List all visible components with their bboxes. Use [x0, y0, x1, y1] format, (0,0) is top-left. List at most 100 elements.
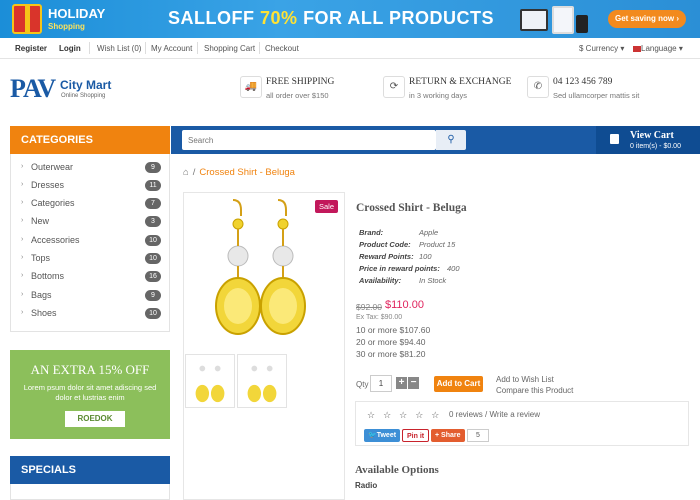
home-icon[interactable]: ⌂: [183, 167, 189, 178]
checkout-link[interactable]: Checkout: [265, 44, 299, 53]
divider: [259, 42, 260, 54]
chevron-down-icon: ▾: [620, 44, 625, 53]
top-nav: Register Login Wish List (0) My Account …: [0, 38, 700, 59]
product-title: Crossed Shirt - Beluga: [356, 202, 467, 214]
feature-desc: all order over $150: [266, 91, 329, 100]
category-item[interactable]: › Bags 9: [21, 288, 161, 306]
view-cart-title: View Cart: [630, 130, 674, 141]
search-button[interactable]: ⚲: [436, 130, 466, 150]
register-link[interactable]: Register: [15, 44, 47, 53]
attribute-value: Apple: [419, 228, 439, 237]
caret-right-icon: ›: [21, 291, 24, 298]
search-bar: ⚲ View Cart 0 item(s) - $0.00: [171, 126, 700, 154]
category-item[interactable]: › Bottoms 16: [21, 269, 161, 287]
category-label: New: [31, 216, 50, 226]
tweet-button[interactable]: 🐦Tweet: [364, 429, 401, 442]
product-attribute: Brand: Apple: [359, 228, 438, 237]
product-attribute: Availability: In Stock: [359, 276, 446, 285]
categories-list: › Outerwear 9 › Dresses 11 › Categories 7 › New…: [10, 154, 170, 332]
thumbnail-image: [247, 365, 277, 403]
get-saving-button[interactable]: Get saving now ›: [608, 10, 686, 28]
view-cart-button[interactable]: View Cart 0 item(s) - $0.00: [596, 126, 700, 154]
qty-decrease-button[interactable]: −: [408, 377, 419, 389]
caret-right-icon: ›: [21, 236, 24, 243]
category-label: Shoes: [31, 308, 57, 318]
search-icon: ⚲: [447, 134, 455, 145]
twitter-icon: 🐦: [368, 432, 377, 439]
qty-increase-button[interactable]: +: [396, 377, 407, 389]
language-label: Language: [641, 44, 677, 53]
currency-dropdown[interactable]: $ Currency ▾: [579, 44, 624, 53]
phone-device-icon: [576, 15, 588, 33]
category-item[interactable]: › Tops 10: [21, 251, 161, 269]
site-logo[interactable]: PAV City Mart Online Shopping: [10, 74, 111, 104]
new-price: $110.00: [385, 299, 424, 311]
product-thumbnail[interactable]: [237, 354, 287, 408]
search-input[interactable]: [182, 130, 436, 150]
breadcrumb-current[interactable]: Crossed Shirt - Beluga: [199, 167, 295, 178]
promo-banner[interactable]: HOLIDAY Shopping SALLOFF 70% FOR ALL PRO…: [0, 0, 700, 38]
quantity-input[interactable]: [370, 375, 392, 392]
category-count: 9: [145, 290, 161, 301]
category-count: 9: [145, 162, 161, 173]
banner-shopping: Shopping: [48, 22, 85, 31]
category-count: 7: [145, 198, 161, 209]
promo-text: Lorem psum dolor sit amet adiscing sed d…: [23, 383, 157, 402]
caret-right-icon: ›: [21, 217, 24, 224]
feature-title: 04 123 456 789: [553, 77, 613, 87]
product-attribute: Product Code: Product 15: [359, 240, 455, 249]
language-dropdown[interactable]: Language ▾: [633, 44, 683, 53]
price-tier: 20 or more $94.40: [356, 337, 426, 347]
category-label: Accessories: [31, 235, 80, 245]
caret-right-icon: ›: [21, 254, 24, 261]
add-to-wishlist-link[interactable]: Add to Wish List: [496, 375, 554, 384]
category-label: Dresses: [31, 180, 65, 190]
logo-tagline: Online Shopping: [61, 93, 106, 99]
logo-pav: PAV: [10, 74, 56, 103]
category-item[interactable]: › Dresses 11: [21, 178, 161, 196]
cart-info: 0 item(s) - $0.00: [630, 143, 681, 150]
category-item[interactable]: › Shoes 10: [21, 306, 161, 324]
category-item[interactable]: › Categories 7: [21, 196, 161, 214]
caret-right-icon: ›: [21, 163, 24, 170]
pinit-button[interactable]: Pin it: [402, 429, 430, 442]
wishlist-link[interactable]: Wish List (0): [97, 44, 141, 53]
tweet-label: Tweet: [376, 432, 397, 439]
gift-icon: [12, 4, 42, 34]
promo-heading: AN EXTRA 15% OFF: [30, 362, 150, 377]
attribute-key: Brand:: [359, 228, 384, 237]
banner-holiday: HOLIDAY: [48, 6, 106, 21]
product-thumbnail[interactable]: [185, 354, 235, 408]
promo-button[interactable]: ROEDOK: [65, 411, 125, 427]
attribute-value: 400: [447, 264, 460, 273]
attribute-value: 100: [419, 252, 432, 261]
plus-icon: +: [435, 432, 440, 439]
feature-title: FREE SHIPPING: [266, 77, 335, 87]
compare-link[interactable]: Compare this Product: [496, 386, 573, 395]
login-link[interactable]: Login: [59, 44, 81, 53]
attribute-key: Reward Points:: [359, 252, 414, 261]
share-button[interactable]: + Share: [431, 429, 465, 442]
logo-name: City Mart: [60, 78, 112, 92]
feature-desc: Sed ullamcorper mattis sit: [553, 91, 640, 100]
reviews-link[interactable]: 0 reviews / Write a review: [449, 410, 540, 419]
caret-right-icon: ›: [21, 181, 24, 188]
divider: [89, 42, 90, 54]
add-to-cart-button[interactable]: Add to Cart: [434, 376, 483, 392]
shopping-cart-link[interactable]: Shopping Cart: [204, 44, 255, 53]
price-tier: 10 or more $107.60: [356, 325, 431, 335]
my-account-link[interactable]: My Account: [151, 44, 192, 53]
category-count: 10: [145, 308, 161, 319]
category-item[interactable]: › Outerwear 9: [21, 160, 161, 178]
category-item[interactable]: › Accessories 10: [21, 233, 161, 251]
caret-right-icon: ›: [21, 199, 24, 206]
old-price: $92.00: [356, 302, 382, 312]
categories-title: CATEGORIES: [10, 126, 170, 154]
divider: [145, 42, 146, 54]
category-count: 3: [145, 216, 161, 227]
feature-title: RETURN & EXCHANGE: [409, 77, 512, 87]
laptop-icon: [520, 9, 548, 31]
phone-icon: ✆: [527, 76, 549, 98]
product-main-image[interactable]: [198, 196, 318, 346]
category-item[interactable]: › New 3: [21, 214, 161, 232]
